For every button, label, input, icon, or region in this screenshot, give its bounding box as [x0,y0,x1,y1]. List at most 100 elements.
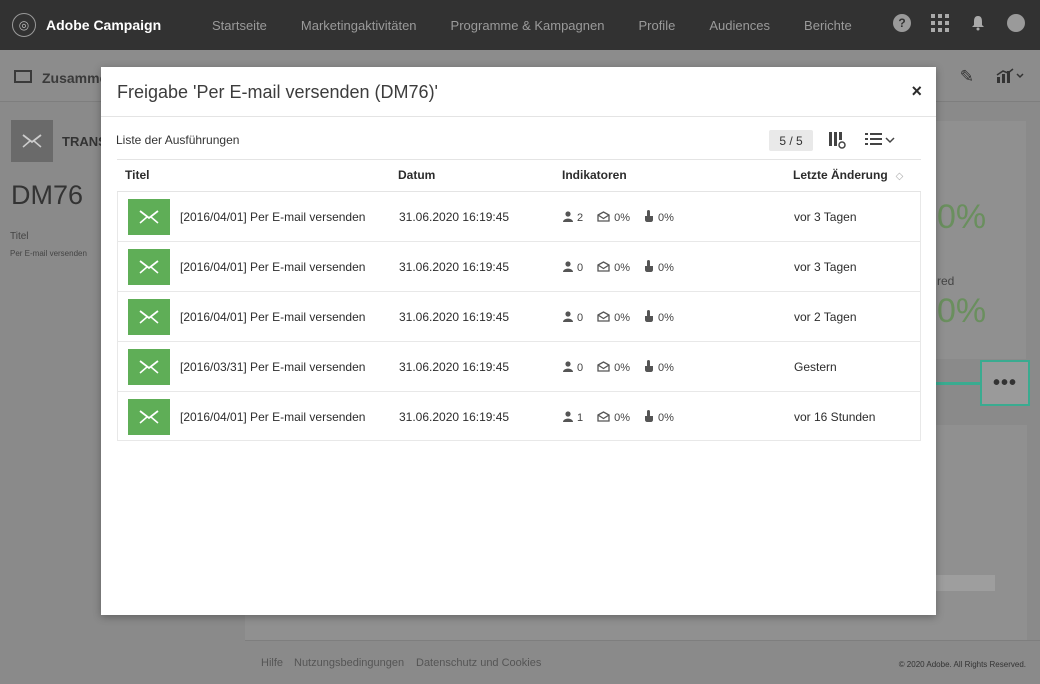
recipients-icon [563,360,573,375]
open-rate: 0% [614,211,631,224]
email-delivery-icon [128,199,170,235]
click-rate: 0% [658,361,674,374]
open-rate: 0% [614,261,631,274]
column-header-indikatoren[interactable]: Indikatoren [562,168,627,182]
row-indicators: 0 0% 0% [563,360,684,375]
row-date: 31.06.2020 16:19:45 [399,310,510,324]
row-indicators: 2 0% 0% [563,210,684,225]
row-indicators: 1 0% 0% [563,410,684,425]
nav-item-profile[interactable]: Profile [638,18,675,33]
recipients-icon [563,310,573,325]
recipients-count: 1 [577,411,584,424]
email-delivery-icon [128,299,170,335]
kpi-percentage-2: 0% [937,292,987,330]
table-body: [2016/04/01] Per E-mail versenden 31.06.… [117,192,921,441]
open-rate-icon [597,210,610,225]
row-last-modified: vor 3 Tagen [794,210,857,224]
nav-item-startseite[interactable]: Startseite [212,18,267,33]
brand-name[interactable]: Adobe Campaign [46,17,212,33]
nav-item-audiences[interactable]: Audiences [709,18,770,33]
modal-header: Freigabe 'Per E-mail versenden (DM76)' × [101,67,936,117]
column-header-letzte-aenderung[interactable]: Letzte Änderung ◇ [793,168,903,182]
table-row[interactable]: [2016/04/01] Per E-mail versenden 31.06.… [118,242,920,292]
row-title[interactable]: [2016/04/01] Per E-mail versenden [180,260,365,274]
open-rate-icon [597,310,610,325]
column-header-datum[interactable]: Datum [398,168,435,182]
click-rate: 0% [658,261,674,274]
footer-link-hilfe[interactable]: Hilfe [261,657,283,669]
click-rate: 0% [658,211,674,224]
recipients-icon [563,260,573,275]
row-date: 31.06.2020 16:19:45 [399,210,510,224]
kpi-percentage-1: 0% [937,198,987,236]
email-type-icon [11,120,53,162]
top-navigation: ◎ Adobe Campaign Startseite Marketingakt… [0,0,1040,50]
recipients-icon [563,210,573,225]
open-rate: 0% [614,311,631,324]
column-header-titel[interactable]: Titel [125,168,149,182]
row-date: 31.06.2020 16:19:45 [399,360,510,374]
nav-item-programme-kampagnen[interactable]: Programme & Kampagnen [451,18,605,33]
user-avatar-icon[interactable] [1006,13,1026,33]
table-header: Titel Datum Indikatoren Letzte Änderung ◇ [117,159,921,192]
table-row[interactable]: [2016/04/01] Per E-mail versenden 31.06.… [118,392,920,440]
recipients-count: 0 [577,311,584,324]
secondary-card [935,425,1027,640]
grid-icon[interactable] [930,13,950,33]
open-rate-icon [597,360,610,375]
close-icon[interactable]: × [911,81,922,102]
click-rate: 0% [658,411,674,424]
footer-link-datenschutz[interactable]: Datenschutz und Cookies [416,657,541,669]
table-row[interactable]: [2016/04/01] Per E-mail versenden 31.06.… [118,292,920,342]
row-last-modified: vor 16 Stunden [794,410,876,424]
open-rate: 0% [614,411,631,424]
delivery-code: DM76 [11,180,84,210]
adobe-campaign-logo-icon[interactable]: ◎ [12,13,36,37]
report-chart-icon[interactable] [996,68,1026,87]
nav-item-marketingaktivitaeten[interactable]: Marketingaktivitäten [301,18,417,33]
row-last-modified: vor 2 Tagen [794,310,857,324]
click-rate-icon [644,260,654,275]
nav-item-berichte[interactable]: Berichte [804,18,852,33]
table-row[interactable]: [2016/04/01] Per E-mail versenden 31.06.… [118,192,920,242]
row-date: 31.06.2020 16:19:45 [399,410,510,424]
click-rate: 0% [658,311,674,324]
row-indicators: 0 0% 0% [563,310,684,325]
title-value: Per E-mail versenden [10,249,87,258]
result-counter: 5 / 5 [769,130,813,151]
question-circle-icon[interactable]: ? [892,13,912,33]
row-title[interactable]: [2016/03/31] Per E-mail versenden [180,360,365,374]
more-actions-button[interactable]: ••• [980,360,1030,406]
row-date: 31.06.2020 16:19:45 [399,260,510,274]
main-content-bottom [245,615,935,640]
edit-pencil-icon[interactable]: ✎ [960,67,974,87]
bell-icon[interactable] [968,13,988,33]
row-title[interactable]: [2016/04/01] Per E-mail versenden [180,410,365,424]
recipients-count: 0 [577,361,584,374]
list-label: Liste der Ausführungen [116,133,240,147]
email-delivery-icon [128,399,170,435]
row-last-modified: vor 3 Tagen [794,260,857,274]
row-title[interactable]: [2016/04/01] Per E-mail versenden [180,310,365,324]
row-last-modified: Gestern [794,360,837,374]
recipients-count: 2 [577,211,584,224]
recipients-icon [563,410,573,425]
row-title[interactable]: [2016/04/01] Per E-mail versenden [180,210,365,224]
column-settings-icon[interactable] [828,131,846,149]
kpi-label-delivered: red [937,274,955,288]
copyright: © 2020 Adobe. All Rights Reserved. [898,660,1026,669]
panel-toggle-icon[interactable] [14,70,32,83]
open-rate: 0% [614,361,631,374]
sort-icon[interactable]: ◇ [896,171,904,182]
secondary-card-bar [935,575,995,591]
table-row[interactable]: [2016/03/31] Per E-mail versenden 31.06.… [118,342,920,392]
open-rate-icon [597,410,610,425]
summary-tab[interactable]: Zusamme [42,70,107,86]
footer-link-nutzungsbedingungen[interactable]: Nutzungsbedingungen [294,657,404,669]
open-rate-icon [597,260,610,275]
footer: Hilfe Nutzungsbedingungen Datenschutz un… [245,640,1040,684]
click-rate-icon [644,410,654,425]
email-delivery-icon [128,249,170,285]
list-view-dropdown-icon[interactable] [864,131,898,149]
executions-table: Titel Datum Indikatoren Letzte Änderung ◇… [117,159,921,441]
